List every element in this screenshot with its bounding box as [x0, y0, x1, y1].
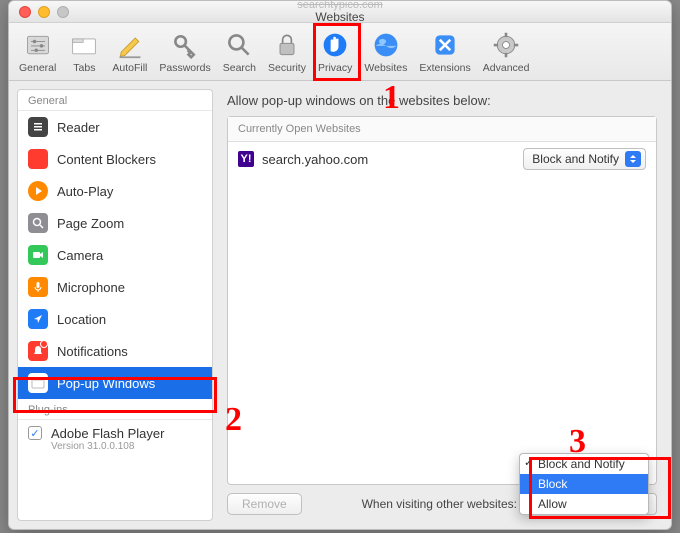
title-stack: searchtypico.com Websites: [297, 0, 383, 24]
sidebar-label: Auto-Play: [57, 184, 113, 199]
tab-label: Tabs: [73, 62, 95, 74]
tab-tabs[interactable]: Tabs: [64, 24, 104, 76]
yahoo-favicon-icon: Y!: [238, 151, 254, 167]
sidebar: General Reader Content Blockers Auto-Pla…: [17, 89, 213, 521]
sidebar-item-auto-play[interactable]: Auto-Play: [18, 175, 212, 207]
titlebar: searchtypico.com Websites: [9, 1, 671, 23]
tab-extensions[interactable]: Extensions: [415, 24, 474, 76]
sidebar-label: Microphone: [57, 280, 125, 295]
stop-icon: [28, 149, 48, 169]
lock-icon: [272, 30, 302, 60]
location-icon: [28, 309, 48, 329]
globe-icon: [371, 30, 401, 60]
sidebar-item-location[interactable]: Location: [18, 303, 212, 335]
tab-label: General: [19, 62, 56, 74]
zoom-icon: [28, 213, 48, 233]
microphone-icon: [28, 277, 48, 297]
website-row[interactable]: Y! search.yahoo.com Block and Notify: [228, 142, 656, 176]
sidebar-label: Content Blockers: [57, 152, 156, 167]
sidebar-item-microphone[interactable]: Microphone: [18, 271, 212, 303]
tab-autofill[interactable]: AutoFill: [108, 24, 151, 76]
tab-label: Privacy: [318, 62, 352, 74]
sidebar-item-reader[interactable]: Reader: [18, 111, 212, 143]
menu-item-block[interactable]: Block: [520, 474, 648, 494]
sidebar-item-notifications[interactable]: Notifications: [18, 335, 212, 367]
gear-slider-icon: [23, 30, 53, 60]
zoom-window-button[interactable]: [57, 6, 69, 18]
gear-icon: [491, 30, 521, 60]
row-setting-value: Block and Notify: [532, 152, 619, 166]
row-setting-select[interactable]: Block and Notify: [523, 148, 646, 170]
menu-item-block-and-notify[interactable]: Block and Notify: [520, 454, 648, 474]
close-window-button[interactable]: [19, 6, 31, 18]
play-icon: [28, 181, 48, 201]
sidebar-label: Notifications: [57, 344, 128, 359]
panel-header: Currently Open Websites: [228, 117, 656, 142]
reader-icon: [28, 117, 48, 137]
sidebar-label: Camera: [57, 248, 103, 263]
tab-label: Extensions: [419, 62, 470, 74]
window-title: Websites: [297, 11, 383, 24]
tabs-icon: [69, 30, 99, 60]
preferences-toolbar: General Tabs AutoFill Passwords Search: [9, 23, 671, 81]
window-controls: [9, 6, 69, 18]
tab-advanced[interactable]: Advanced: [479, 24, 534, 76]
pencil-icon: [115, 30, 145, 60]
plugin-version: Version 31.0.0.108: [51, 441, 164, 452]
updown-icon: [625, 151, 641, 167]
sidebar-label: Reader: [57, 120, 100, 135]
remove-button[interactable]: Remove: [227, 493, 302, 515]
sidebar-section-plugins: Plug-ins: [18, 399, 212, 420]
tab-label: Search: [223, 62, 256, 74]
extensions-icon: [430, 30, 460, 60]
website-domain: search.yahoo.com: [262, 152, 368, 167]
tab-label: Websites: [364, 62, 407, 74]
sidebar-label: Location: [57, 312, 106, 327]
key-icon: [170, 30, 200, 60]
sidebar-label: Page Zoom: [57, 216, 124, 231]
sidebar-item-content-blockers[interactable]: Content Blockers: [18, 143, 212, 175]
tab-label: Advanced: [483, 62, 530, 74]
tab-privacy[interactable]: Privacy: [314, 24, 356, 76]
window-icon: [28, 373, 48, 393]
tab-search[interactable]: Search: [219, 24, 260, 76]
other-websites-menu[interactable]: Block and Notify Block Allow: [519, 453, 649, 515]
websites-panel: Currently Open Websites Y! search.yahoo.…: [227, 116, 657, 485]
hand-privacy-icon: [320, 30, 350, 60]
sidebar-item-popup-windows[interactable]: Pop-up Windows: [18, 367, 212, 399]
title-context: searchtypico.com: [297, 0, 383, 11]
tab-security[interactable]: Security: [264, 24, 310, 76]
preferences-window: searchtypico.com Websites General Tabs A…: [8, 0, 672, 530]
sidebar-item-page-zoom[interactable]: Page Zoom: [18, 207, 212, 239]
search-icon: [224, 30, 254, 60]
plugin-checkbox[interactable]: [28, 426, 42, 440]
other-websites-label: When visiting other websites:: [362, 497, 517, 511]
tab-label: AutoFill: [112, 62, 147, 74]
notification-badge-icon: [40, 340, 48, 348]
tab-websites[interactable]: Websites: [360, 24, 411, 76]
tab-label: Security: [268, 62, 306, 74]
sidebar-item-flash-plugin[interactable]: Adobe Flash Player Version 31.0.0.108: [18, 420, 212, 458]
sidebar-section-general: General: [18, 90, 212, 111]
main-title: Allow pop-up windows on the websites bel…: [227, 93, 657, 108]
tab-passwords[interactable]: Passwords: [155, 24, 214, 76]
plugin-label: Adobe Flash Player: [51, 426, 164, 441]
sidebar-item-camera[interactable]: Camera: [18, 239, 212, 271]
tab-general[interactable]: General: [15, 24, 60, 76]
minimize-window-button[interactable]: [38, 6, 50, 18]
tab-label: Passwords: [159, 62, 210, 74]
menu-item-allow[interactable]: Allow: [520, 494, 648, 514]
sidebar-label: Pop-up Windows: [57, 376, 155, 391]
camera-icon: [28, 245, 48, 265]
